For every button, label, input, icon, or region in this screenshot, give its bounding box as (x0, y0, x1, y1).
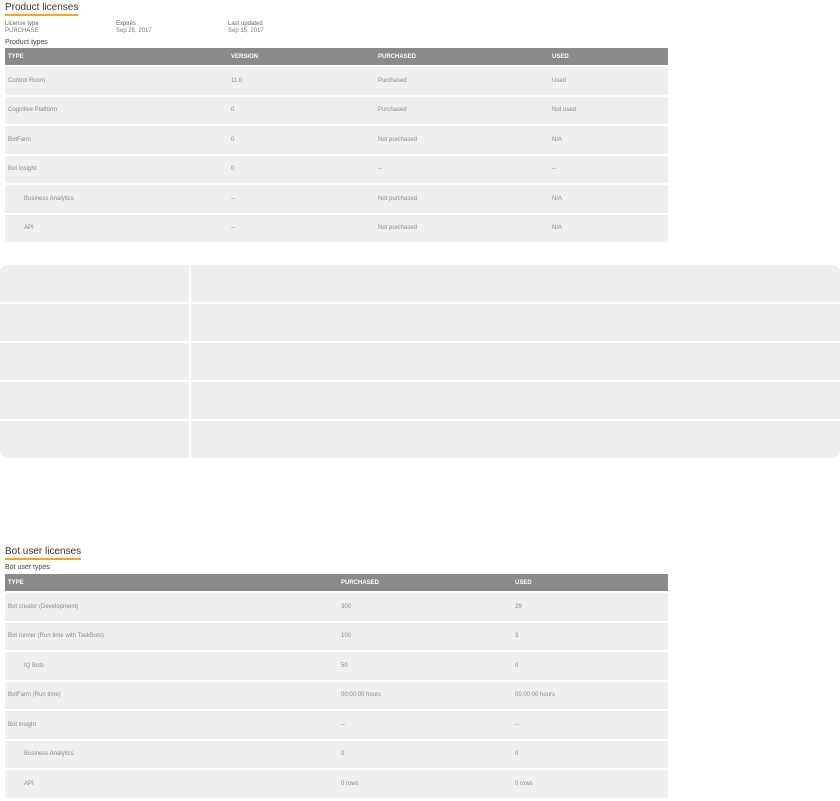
cell-used: 0 (512, 652, 668, 680)
bot-user-types-table: TYPE PURCHASED USED Bot creator (Develop… (5, 572, 668, 800)
empty-cell (0, 421, 189, 458)
cell-used: 0 (512, 740, 668, 768)
cell-used: -- (512, 711, 668, 739)
empty-cell (0, 343, 189, 380)
cell-purchased: -- (338, 711, 512, 739)
cell-version: -- (228, 185, 375, 213)
meta-expires: Expires Sep 25, 2017 (116, 21, 152, 35)
meta-expires-value: Sep 25, 2017 (116, 28, 152, 34)
product-types-table: TYPE VERSION PURCHASED USED Control Room… (5, 46, 668, 244)
table-row[interactable]: API 0 rows 0 rows (5, 770, 668, 798)
cell-type: API (5, 214, 228, 242)
cell-type: API (5, 770, 338, 798)
empty-cell (0, 382, 189, 419)
column-header[interactable]: PURCHASED (338, 574, 512, 591)
cell-purchased: 0 (338, 740, 512, 768)
table-row[interactable]: BotFarm (Run time) 00:00:00 hours 00:00:… (5, 681, 668, 709)
cell-version: 0 (228, 96, 375, 124)
table-row[interactable]: API -- Not purchased N/A (5, 214, 668, 242)
table-header-row: TYPE PURCHASED USED (5, 574, 668, 591)
empty-cell (191, 343, 840, 380)
meta-expires-label: Expires (116, 21, 137, 27)
cell-type: Bot runner (Run time with TaskBots) (5, 622, 338, 650)
product-licenses-title: Product licenses (5, 2, 79, 16)
table-header-row: TYPE VERSION PURCHASED USED (5, 48, 668, 65)
cell-type: BotFarm (5, 126, 228, 154)
meta-license-type-label: License type (5, 21, 39, 27)
table-row[interactable]: Bot runner (Run time with TaskBots) 100 … (5, 622, 668, 650)
cell-version: 0 (228, 126, 375, 154)
cell-used: Not used (549, 96, 668, 124)
meta-license-type-value: PURCHASE (5, 28, 39, 34)
cell-used: 0 rows (512, 770, 668, 798)
empty-row (0, 382, 840, 419)
cell-type: Bot creator (Development) (5, 593, 338, 621)
cell-used: N/A (549, 185, 668, 213)
table-row[interactable]: Cognitive Platform 0 Purchased Not used (5, 96, 668, 124)
empty-row (0, 304, 840, 341)
cell-purchased: Purchased (375, 96, 549, 124)
empty-cell (191, 421, 840, 458)
meta-last-updated-value: Sep 15, 2017 (228, 28, 264, 34)
cell-used: -- (549, 155, 668, 183)
cell-type: Control Room (5, 67, 228, 95)
cell-used: 3 (512, 622, 668, 650)
empty-table-panel (0, 265, 840, 458)
cell-used: 29 (512, 593, 668, 621)
empty-cell (191, 265, 840, 302)
table-row[interactable]: Control Room 11.0 Purchased Used (5, 67, 668, 95)
table-row[interactable]: Bot creator (Development) 300 29 (5, 593, 668, 621)
column-header[interactable]: USED (549, 48, 668, 65)
column-header[interactable]: VERSION (228, 48, 375, 65)
empty-row (0, 265, 840, 302)
table-row[interactable]: IQ Bots 50 0 (5, 652, 668, 680)
column-header[interactable]: TYPE (5, 574, 338, 591)
table-row[interactable]: Business Analytics -- Not purchased N/A (5, 185, 668, 213)
cell-purchased: -- (375, 155, 549, 183)
cell-used: Used (549, 67, 668, 95)
cell-purchased: Not purchased (375, 185, 549, 213)
empty-row (0, 343, 840, 380)
bot-user-licenses-title: Bot user licenses (5, 546, 82, 560)
table-row[interactable]: Business Analytics 0 0 (5, 740, 668, 768)
cell-type: Business Analytics (5, 185, 228, 213)
cell-used: N/A (549, 214, 668, 242)
column-header[interactable]: PURCHASED (375, 48, 549, 65)
cell-purchased: 300 (338, 593, 512, 621)
cell-purchased: Not purchased (375, 214, 549, 242)
product-types-label: Product types (5, 39, 48, 46)
table-row[interactable]: Bot Insight 0 -- -- (5, 155, 668, 183)
bot-user-types-label: Bot user types (5, 564, 50, 571)
cell-type: BotFarm (Run time) (5, 681, 338, 709)
empty-row (0, 421, 840, 458)
table-row[interactable]: BotFarm 0 Not purchased N/A (5, 126, 668, 154)
cell-purchased: 50 (338, 652, 512, 680)
meta-license-type: License type PURCHASE (5, 21, 39, 35)
meta-last-updated: Last updated Sep 15, 2017 (228, 21, 264, 35)
cell-type: Cognitive Platform (5, 96, 228, 124)
cell-version: 0 (228, 155, 375, 183)
cell-type: IQ Bots (5, 652, 338, 680)
cell-purchased: Purchased (375, 67, 549, 95)
column-header[interactable]: USED (512, 574, 668, 591)
meta-last-updated-label: Last updated (228, 21, 263, 27)
empty-cell (0, 265, 189, 302)
cell-used: N/A (549, 126, 668, 154)
cell-used: 00:00:00 hours (512, 681, 668, 709)
cell-purchased: 0 rows (338, 770, 512, 798)
empty-cell (191, 382, 840, 419)
cell-version: -- (228, 214, 375, 242)
empty-cell (191, 304, 840, 341)
cell-type: Bot insight (5, 711, 338, 739)
empty-cell (0, 304, 189, 341)
cell-type: Business Analytics (5, 740, 338, 768)
cell-purchased: 100 (338, 622, 512, 650)
cell-type: Bot Insight (5, 155, 228, 183)
cell-purchased: 00:00:00 hours (338, 681, 512, 709)
cell-version: 11.0 (228, 67, 375, 95)
column-header[interactable]: TYPE (5, 48, 228, 65)
table-row[interactable]: Bot insight -- -- (5, 711, 668, 739)
cell-purchased: Not purchased (375, 126, 549, 154)
